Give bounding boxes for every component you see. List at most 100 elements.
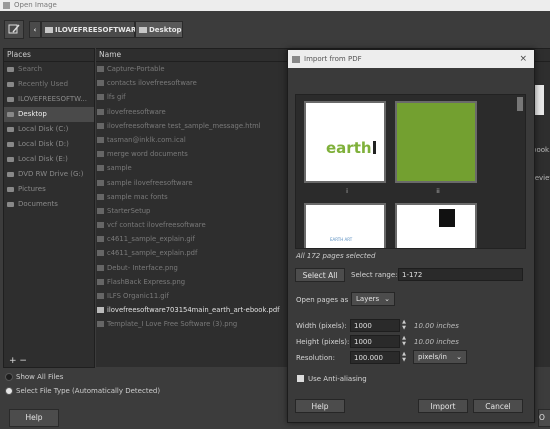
height-unit: 10.00 inches <box>414 338 459 346</box>
thumbnails-scrollbar[interactable] <box>517 97 523 111</box>
dialog-titlebar: Import from PDF × <box>288 50 534 68</box>
page-thumbnail-3[interactable]: EARTH ART <box>304 203 386 248</box>
height-spinner[interactable]: ▲ ▼ <box>401 335 407 348</box>
earth-logo: earth <box>326 139 376 157</box>
places-header: Places <box>4 49 94 62</box>
file-icon <box>97 136 104 143</box>
resolution-unit-dropdown[interactable]: pixels/in ⌄ <box>413 350 467 364</box>
places-item-documents[interactable]: Documents <box>4 197 94 212</box>
file-icon <box>97 122 104 129</box>
breadcrumb-back-button[interactable]: ‹ <box>29 21 41 38</box>
places-item-disk-e[interactable]: Local Disk (E:) <box>4 152 94 167</box>
places-item-disk-c[interactable]: Local Disk (C:) <box>4 122 94 137</box>
width-spinner[interactable]: ▲ ▼ <box>401 319 407 332</box>
search-icon <box>7 67 14 72</box>
select-file-type-label: Select File Type (Automatically Detected… <box>16 387 161 395</box>
folder-icon <box>97 151 104 158</box>
selection-info: All 172 pages selected <box>296 252 376 260</box>
edit-location-button[interactable] <box>4 20 24 39</box>
image-file-icon <box>97 264 104 271</box>
open-pages-as-dropdown[interactable]: Layers ⌄ <box>351 292 395 306</box>
page-thumbnail-2[interactable]: ii <box>395 101 477 195</box>
drive-icon <box>7 127 14 132</box>
cancel-button[interactable]: Cancel <box>473 399 523 413</box>
folder-icon <box>97 94 104 101</box>
chevron-down-icon: ⌄ <box>456 353 462 361</box>
height-label: Height (pixels): <box>296 338 350 346</box>
drive-icon <box>7 142 14 147</box>
image-file-icon <box>97 321 104 328</box>
places-item-recent[interactable]: Recently Used <box>4 77 94 92</box>
resolution-label: Resolution: <box>296 354 335 362</box>
width-input[interactable]: 1000 <box>350 319 400 332</box>
folder-icon <box>7 97 14 102</box>
page-thumbnail-1[interactable]: earth i <box>304 101 386 195</box>
select-range-input[interactable]: 1-172 <box>398 268 523 281</box>
breadcrumb-parent-label: ILOVEFREESOFTWARE <box>55 26 142 34</box>
width-label: Width (pixels): <box>296 322 347 330</box>
antialias-label: Use Anti-aliasing <box>308 375 367 383</box>
resolution-spinner[interactable]: ▲ ▼ <box>401 351 407 364</box>
select-range-label: Select range: <box>351 271 398 279</box>
width-unit: 10.00 inches <box>414 322 459 330</box>
folder-icon <box>7 112 14 117</box>
breadcrumb-parent[interactable]: ILOVEFREESOFTWARE <box>41 21 141 38</box>
height-input[interactable]: 1000 <box>350 335 400 348</box>
import-pdf-dialog: Import from PDF × earth i ii EARTH ART A… <box>287 49 535 423</box>
antialias-checkbox[interactable] <box>297 375 304 382</box>
page-thumbnails[interactable]: earth i ii EARTH ART <box>295 94 526 249</box>
folder-icon <box>97 165 104 172</box>
pdf-file-icon <box>97 307 104 314</box>
folder-icon <box>97 179 104 186</box>
page-thumbnail-label: ii <box>436 187 440 195</box>
dialog-help-button[interactable]: Help <box>295 399 345 413</box>
image-file-icon <box>97 278 104 285</box>
chevron-left-icon: ‹ <box>33 26 37 34</box>
folder-icon <box>139 27 147 33</box>
folder-icon <box>97 66 104 72</box>
window-title: Open Image <box>14 1 57 9</box>
select-all-button[interactable]: Select All <box>295 268 345 282</box>
drive-icon <box>7 157 14 162</box>
disc-icon <box>7 172 14 177</box>
select-file-type-expander[interactable] <box>5 387 13 395</box>
resolution-input[interactable]: 100.000 <box>350 351 400 364</box>
open-pages-as-label: Open pages as <box>296 296 349 304</box>
folder-icon <box>97 207 104 214</box>
pdf-file-icon <box>97 250 104 257</box>
gimp-icon <box>292 56 300 63</box>
folder-icon <box>97 108 104 115</box>
breadcrumb-current-label: Desktop <box>149 26 182 34</box>
breadcrumb-current[interactable]: Desktop <box>135 21 183 38</box>
places-item-dvd[interactable]: DVD RW Drive (G:) <box>4 167 94 182</box>
page-thumbnail-label: i <box>346 187 348 195</box>
folder-icon <box>7 187 14 192</box>
close-icon[interactable]: × <box>519 50 527 68</box>
places-item-home[interactable]: ILOVEFREESOFTW... <box>4 92 94 107</box>
black-square-image <box>439 209 455 227</box>
folder-icon <box>45 27 53 33</box>
page-thumbnail-4[interactable] <box>395 203 477 248</box>
folder-icon <box>7 202 14 207</box>
folder-icon <box>97 80 104 87</box>
places-item-search[interactable]: Search <box>4 62 94 77</box>
image-file-icon <box>97 236 104 243</box>
import-button[interactable]: Import <box>418 399 468 413</box>
gimp-icon <box>3 2 10 9</box>
open-button[interactable]: O <box>538 409 550 427</box>
places-panel: Places Search Recently Used ILOVEFREESOF… <box>3 48 95 368</box>
places-item-desktop[interactable]: Desktop <box>4 107 94 122</box>
dialog-title: Import from PDF <box>304 55 362 63</box>
file-icon <box>97 222 104 229</box>
places-item-disk-d[interactable]: Local Disk (D:) <box>4 137 94 152</box>
image-file-icon <box>97 293 104 299</box>
add-remove-bookmark-buttons[interactable]: + − <box>4 356 94 367</box>
earth-art-text: EARTH ART <box>330 237 353 242</box>
window-titlebar: Open Image <box>0 0 550 11</box>
show-all-files-label: Show All Files <box>16 373 64 381</box>
clock-icon <box>7 82 14 87</box>
pencil-icon <box>8 24 20 34</box>
help-button[interactable]: Help <box>9 409 59 427</box>
places-item-pictures[interactable]: Pictures <box>4 182 94 197</box>
show-all-files-checkbox[interactable] <box>5 373 13 381</box>
